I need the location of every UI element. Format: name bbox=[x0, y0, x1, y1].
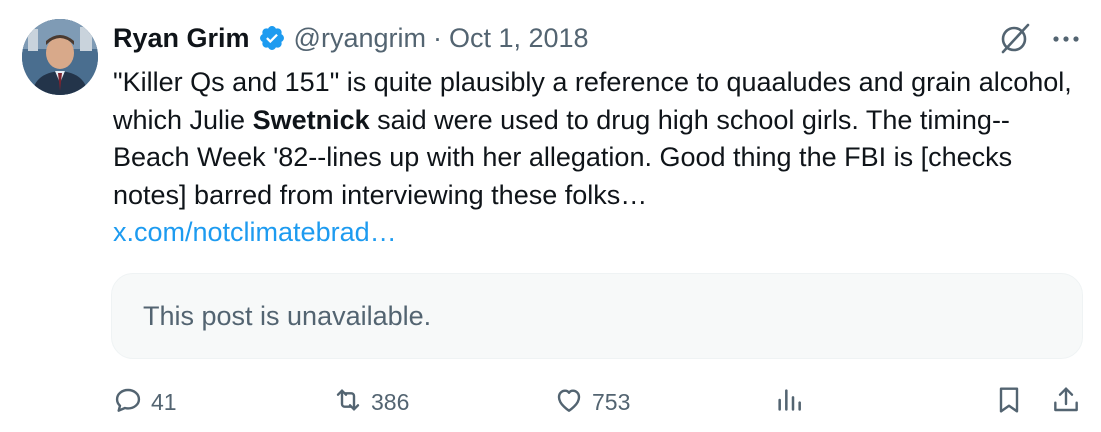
quoted-post-card: This post is unavailable. bbox=[111, 273, 1083, 359]
repost-icon bbox=[332, 384, 364, 421]
bookmark-icon bbox=[993, 384, 1025, 421]
repost-button[interactable]: 386 bbox=[332, 380, 409, 424]
tweet-card[interactable]: Ryan Grim @ryangrim · Oct 1, 2018 "Kille… bbox=[0, 0, 1101, 432]
unavailable-message: This post is unavailable. bbox=[143, 300, 432, 331]
tweet-date[interactable]: Oct 1, 2018 bbox=[449, 23, 589, 54]
verified-badge-icon bbox=[258, 24, 286, 52]
views-button[interactable] bbox=[773, 380, 805, 424]
reply-button[interactable]: 41 bbox=[112, 380, 177, 424]
action-bar: 41 386 753 bbox=[0, 380, 1101, 424]
reply-count: 41 bbox=[151, 388, 177, 415]
tweet-text-highlight: Swetnick bbox=[252, 104, 370, 135]
tweet-link[interactable]: x.com/notclimatebrad… bbox=[113, 217, 397, 247]
reply-icon bbox=[112, 384, 144, 421]
share-button[interactable] bbox=[1050, 380, 1082, 424]
like-icon bbox=[553, 384, 585, 421]
author-name[interactable]: Ryan Grim bbox=[113, 23, 250, 54]
header-separator: · bbox=[432, 22, 442, 53]
like-count: 753 bbox=[592, 388, 631, 415]
views-icon bbox=[773, 384, 805, 421]
like-button[interactable]: 753 bbox=[553, 380, 630, 424]
grok-icon[interactable] bbox=[998, 21, 1032, 55]
more-icon[interactable] bbox=[1050, 26, 1082, 52]
bookmark-button[interactable] bbox=[993, 380, 1025, 424]
share-icon bbox=[1050, 384, 1082, 421]
author-handle[interactable]: @ryangrim bbox=[294, 23, 426, 54]
tweet-header: Ryan Grim @ryangrim · Oct 1, 2018 bbox=[113, 20, 589, 56]
tweet-text: "Killer Qs and 151" is quite plausibly a… bbox=[113, 64, 1073, 252]
avatar[interactable] bbox=[22, 19, 98, 95]
repost-count: 386 bbox=[371, 388, 410, 415]
